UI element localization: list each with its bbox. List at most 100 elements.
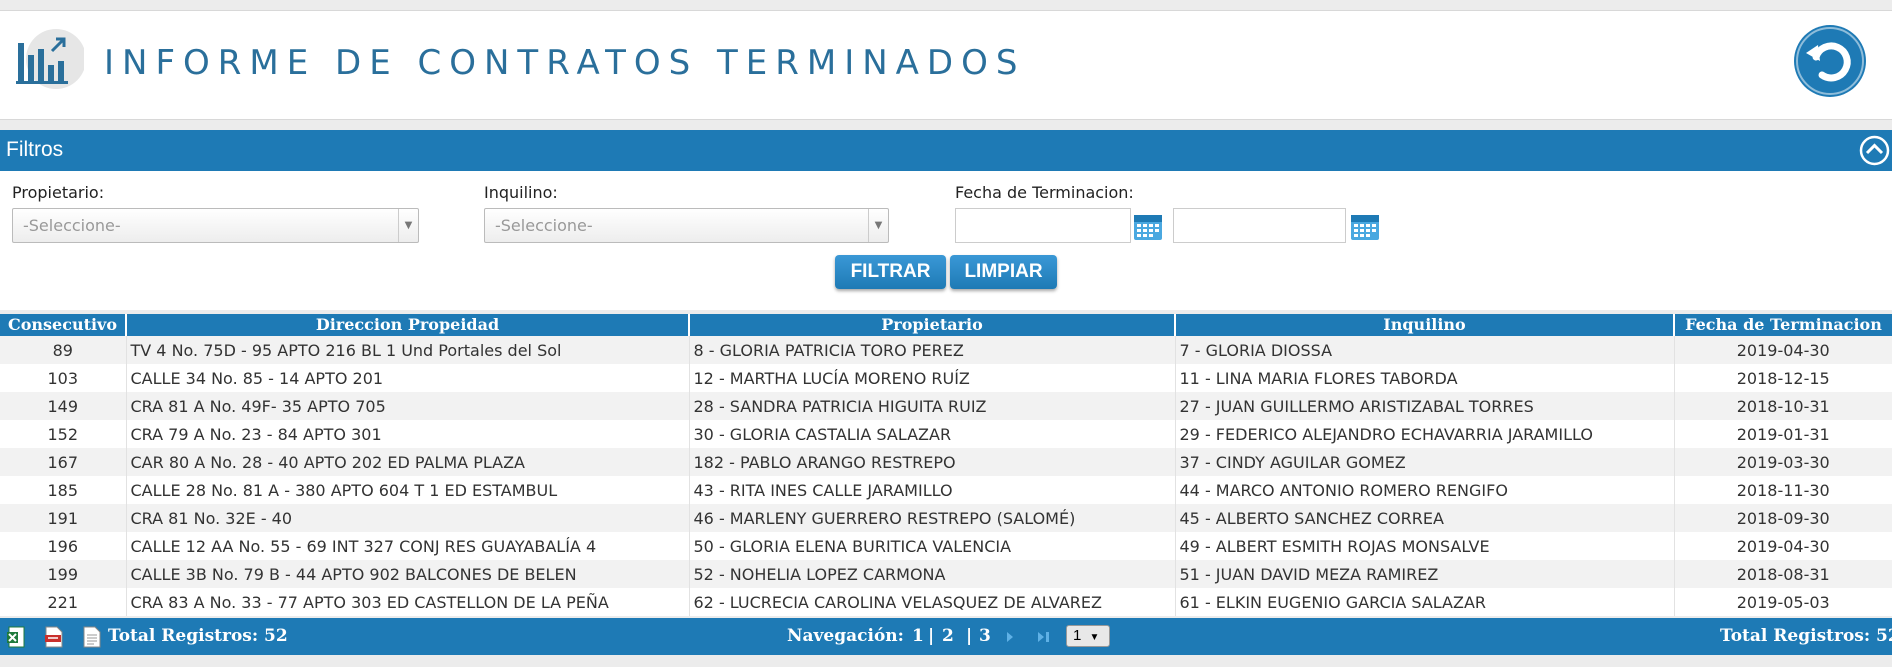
cell-direccion: TV 4 No. 75D - 95 APTO 216 BL 1 Und Port… (126, 336, 690, 364)
table-row[interactable]: 199 CALLE 3B No. 79 B - 44 APTO 902 BALC… (0, 560, 1892, 588)
report-chart-icon (16, 29, 84, 89)
table-row[interactable]: 89 TV 4 No. 75D - 95 APTO 216 BL 1 Und P… (0, 336, 1892, 364)
cell-direccion: CAR 80 A No. 28 - 40 APTO 202 ED PALMA P… (126, 448, 690, 476)
cell-fecha: 2019-04-30 (1674, 336, 1892, 364)
cell-consecutivo: 199 (0, 560, 127, 588)
cell-fecha: 2019-01-31 (1674, 420, 1892, 448)
table-row[interactable]: 185 CALLE 28 No. 81 A - 380 APTO 604 T 1… (0, 476, 1892, 504)
results-table: Consecutivo Direccion Propeidad Propieta… (0, 314, 1892, 616)
chevron-down-icon: ▼ (868, 209, 888, 242)
collapse-up-icon[interactable] (1859, 135, 1890, 166)
cell-fecha: 2018-10-31 (1674, 392, 1892, 420)
excel-icon[interactable] (6, 626, 26, 648)
total-registros-left: Total Registros: 52 (108, 626, 288, 646)
table-row[interactable]: 191 CRA 81 No. 32E - 40 46 - MARLENY GUE… (0, 504, 1892, 532)
table-row[interactable]: 167 CAR 80 A No. 28 - 40 APTO 202 ED PAL… (0, 448, 1892, 476)
cell-consecutivo: 185 (0, 476, 127, 504)
table-row[interactable]: 152 CRA 79 A No. 23 - 84 APTO 301 30 - G… (0, 420, 1892, 448)
cell-propietario: 62 - LUCRECIA CAROLINA VELASQUEZ DE ALVA… (689, 588, 1176, 616)
column-header-inquilino[interactable]: Inquilino (1175, 314, 1675, 336)
pdf-icon[interactable] (44, 626, 64, 648)
cell-consecutivo: 221 (0, 588, 127, 616)
cell-fecha: 2018-08-31 (1674, 560, 1892, 588)
last-page-icon[interactable] (1034, 626, 1054, 648)
page-link-3[interactable]: 3 (979, 626, 991, 646)
next-page-icon[interactable] (1003, 626, 1017, 648)
page-link-1[interactable]: 1 (912, 626, 924, 646)
filters-bar: Filtros (0, 130, 1892, 171)
fecha-desde-input[interactable] (955, 208, 1131, 243)
fecha-hasta-input[interactable] (1173, 208, 1346, 243)
calendar-icon[interactable] (1349, 210, 1381, 242)
fecha-label: Fecha de Terminacion: (955, 183, 1134, 202)
cell-consecutivo: 89 (0, 336, 127, 364)
page-select[interactable]: 1 ▼ (1066, 625, 1110, 647)
cell-inquilino: 11 - LINA MARIA FLORES TABORDA (1175, 364, 1675, 392)
cell-propietario: 8 - GLORIA PATRICIA TORO PEREZ (689, 336, 1176, 364)
inquilino-select[interactable]: -Seleccione- ▼ (484, 208, 889, 243)
document-icon[interactable] (82, 626, 102, 648)
cell-propietario: 182 - PABLO ARANGO RESTREPO (689, 448, 1176, 476)
cell-fecha: 2018-09-30 (1674, 504, 1892, 532)
cell-fecha: 2018-12-15 (1674, 364, 1892, 392)
cell-fecha: 2019-03-30 (1674, 448, 1892, 476)
page-header: INFORME DE CONTRATOS TERMINADOS (0, 10, 1892, 120)
inquilino-label: Inquilino: (484, 183, 558, 202)
cell-direccion: CALLE 12 AA No. 55 - 69 INT 327 CONJ RES… (126, 532, 690, 560)
cell-inquilino: 45 - ALBERTO SANCHEZ CORREA (1175, 504, 1675, 532)
cell-inquilino: 27 - JUAN GUILLERMO ARISTIZABAL TORRES (1175, 392, 1675, 420)
table-row[interactable]: 196 CALLE 12 AA No. 55 - 69 INT 327 CONJ… (0, 532, 1892, 560)
inquilino-select-value: -Seleccione- (495, 216, 593, 235)
cell-inquilino: 49 - ALBERT ESMITH ROJAS MONSALVE (1175, 532, 1675, 560)
cell-inquilino: 7 - GLORIA DIOSSA (1175, 336, 1675, 364)
propietario-label: Propietario: (12, 183, 105, 202)
table-row[interactable]: 103 CALLE 34 No. 85 - 14 APTO 201 12 - M… (0, 364, 1892, 392)
page-title: INFORME DE CONTRATOS TERMINADOS (104, 43, 1026, 83)
propietario-select[interactable]: -Seleccione- ▼ (12, 208, 419, 243)
cell-direccion: CRA 81 A No. 49F- 35 APTO 705 (126, 392, 690, 420)
column-header-propietario[interactable]: Propietario (689, 314, 1176, 336)
cell-direccion: CALLE 3B No. 79 B - 44 APTO 902 BALCONES… (126, 560, 690, 588)
column-header-direccion[interactable]: Direccion Propeidad (126, 314, 690, 336)
cell-inquilino: 29 - FEDERICO ALEJANDRO ECHAVARRIA JARAM… (1175, 420, 1675, 448)
table-row[interactable]: 149 CRA 81 A No. 49F- 35 APTO 705 28 - S… (0, 392, 1892, 420)
chevron-down-icon: ▼ (398, 209, 418, 242)
cell-propietario: 46 - MARLENY GUERRERO RESTREPO (SALOMÉ) (689, 504, 1176, 532)
table-row[interactable]: 221 CRA 83 A No. 33 - 77 APTO 303 ED CAS… (0, 588, 1892, 616)
filters-panel: Filtros Propietario: -Seleccione- ▼ Inqu… (0, 130, 1892, 310)
page-link-2[interactable]: 2 (942, 626, 954, 646)
cell-consecutivo: 191 (0, 504, 127, 532)
cell-inquilino: 61 - ELKIN EUGENIO GARCIA SALAZAR (1175, 588, 1675, 616)
cell-consecutivo: 103 (0, 364, 127, 392)
cell-propietario: 30 - GLORIA CASTALIA SALAZAR (689, 420, 1176, 448)
filters-title: Filtros (6, 138, 64, 161)
cell-consecutivo: 196 (0, 532, 127, 560)
cell-direccion: CALLE 34 No. 85 - 14 APTO 201 (126, 364, 690, 392)
cell-propietario: 52 - NOHELIA LOPEZ CARMONA (689, 560, 1176, 588)
table-footer: Total Registros: 52 Navegación: 1 | 2 | … (0, 618, 1892, 655)
page-separator: | (928, 626, 935, 646)
chevron-down-icon: ▼ (1089, 632, 1100, 643)
cell-direccion: CRA 83 A No. 33 - 77 APTO 303 ED CASTELL… (126, 588, 690, 616)
cell-direccion: CALLE 28 No. 81 A - 380 APTO 604 T 1 ED … (126, 476, 690, 504)
column-header-fecha[interactable]: Fecha de Terminacion (1674, 314, 1892, 336)
filtrar-button[interactable]: FILTRAR (835, 255, 946, 289)
cell-fecha: 2018-11-30 (1674, 476, 1892, 504)
limpiar-button[interactable]: LIMPIAR (950, 255, 1057, 289)
cell-direccion: CRA 81 No. 32E - 40 (126, 504, 690, 532)
page-select-value: 1 (1073, 627, 1082, 644)
cell-direccion: CRA 79 A No. 23 - 84 APTO 301 (126, 420, 690, 448)
cell-fecha: 2019-04-30 (1674, 532, 1892, 560)
column-header-consecutivo[interactable]: Consecutivo (0, 314, 127, 336)
nav-label: Navegación: (787, 626, 904, 646)
cell-fecha: 2019-05-03 (1674, 588, 1892, 616)
cell-propietario: 50 - GLORIA ELENA BURITICA VALENCIA (689, 532, 1176, 560)
back-arrow-icon[interactable] (1792, 23, 1868, 99)
cell-propietario: 12 - MARTHA LUCÍA MORENO RUÍZ (689, 364, 1176, 392)
cell-inquilino: 37 - CINDY AGUILAR GOMEZ (1175, 448, 1675, 476)
table-header-row: Consecutivo Direccion Propeidad Propieta… (0, 314, 1892, 336)
calendar-icon[interactable] (1132, 210, 1164, 242)
cell-consecutivo: 149 (0, 392, 127, 420)
cell-propietario: 43 - RITA INES CALLE JARAMILLO (689, 476, 1176, 504)
cell-consecutivo: 152 (0, 420, 127, 448)
